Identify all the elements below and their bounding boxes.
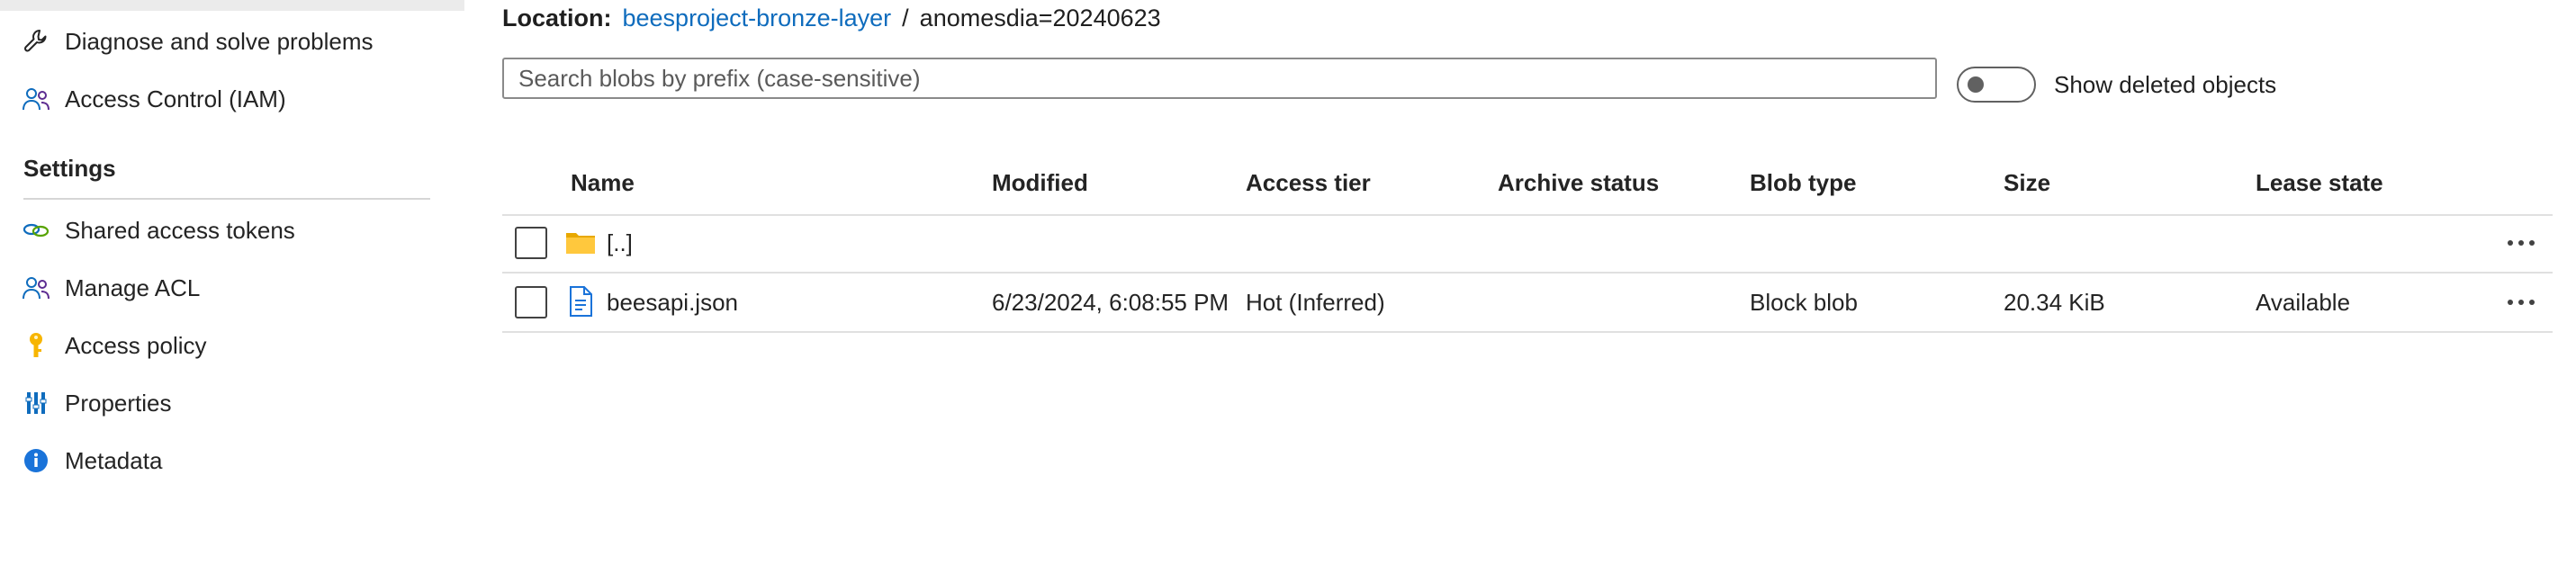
- sidebar-item-label: Diagnose and solve problems: [65, 27, 374, 55]
- table-header: Name Modified Access tier Archive status…: [502, 153, 2553, 216]
- link-icon: [20, 214, 52, 247]
- blob-name-link[interactable]: beesapi.json: [607, 274, 738, 331]
- sidebar-item-properties[interactable]: Properties: [20, 385, 172, 421]
- sidebar-item-shared-access-tokens[interactable]: Shared access tokens: [20, 212, 295, 248]
- more-actions-button[interactable]: [2499, 284, 2544, 320]
- key-icon: [20, 329, 52, 362]
- toggle-knob: [1968, 76, 1984, 93]
- table-row[interactable]: [..]: [502, 214, 2553, 274]
- access-tier-cell: Hot (Inferred): [1246, 288, 1385, 316]
- show-deleted-label: Show deleted objects: [2054, 70, 2277, 98]
- modified-cell: 6/23/2024, 6:08:55 PM: [992, 288, 1229, 316]
- current-folder: anomesdia=20240623: [919, 4, 1161, 31]
- sidebar-item-access-control[interactable]: Access Control (IAM): [20, 81, 286, 117]
- section-divider: [23, 198, 430, 200]
- breadcrumb-separator: /: [902, 4, 909, 31]
- column-header-access-tier[interactable]: Access tier: [1246, 169, 1371, 197]
- table-row[interactable]: beesapi.json 6/23/2024, 6:08:55 PM Hot (…: [502, 274, 2553, 333]
- size-cell: 20.34 KiB: [2004, 288, 2105, 316]
- column-header-modified[interactable]: Modified: [992, 169, 1088, 197]
- row-checkbox[interactable]: [515, 227, 547, 259]
- blob-type-cell: Block blob: [1750, 288, 1858, 316]
- properties-icon: [20, 387, 52, 419]
- search-input[interactable]: [504, 59, 1935, 97]
- blob-name-link[interactable]: [..]: [607, 214, 633, 272]
- breadcrumb: Location: beesproject-bronze-layer / ano…: [502, 2, 1161, 34]
- ellipsis-icon: [2508, 240, 2535, 246]
- container-link[interactable]: beesproject-bronze-layer: [623, 4, 892, 32]
- sidebar-item-access-policy[interactable]: Access policy: [20, 327, 207, 363]
- sidebar: Diagnose and solve problems Access Contr…: [0, 0, 464, 574]
- sidebar-item-label: Metadata: [65, 446, 163, 474]
- settings-section-title: Settings: [23, 155, 116, 182]
- column-header-archive-status[interactable]: Archive status: [1498, 169, 1659, 197]
- ellipsis-icon: [2508, 300, 2535, 305]
- location-label: Location:: [502, 4, 612, 31]
- file-icon: [565, 286, 596, 317]
- sidebar-item-label: Properties: [65, 389, 172, 417]
- column-header-blob-type[interactable]: Blob type: [1750, 169, 1856, 197]
- sidebar-selected-item-remnant[interactable]: [0, 0, 464, 11]
- sidebar-item-label: Access policy: [65, 331, 207, 359]
- sidebar-item-label: Access Control (IAM): [65, 85, 286, 112]
- sidebar-item-diagnose[interactable]: Diagnose and solve problems: [20, 23, 374, 59]
- wrench-icon: [20, 25, 52, 58]
- sidebar-item-label: Shared access tokens: [65, 216, 295, 244]
- info-icon: [20, 444, 52, 477]
- sidebar-item-metadata[interactable]: Metadata: [20, 443, 162, 479]
- column-header-lease-state[interactable]: Lease state: [2256, 169, 2383, 197]
- column-header-size[interactable]: Size: [2004, 169, 2050, 197]
- row-checkbox[interactable]: [515, 286, 547, 318]
- lease-state-cell: Available: [2256, 288, 2351, 316]
- show-deleted-toggle[interactable]: [1957, 67, 2036, 103]
- search-box[interactable]: [502, 58, 1937, 99]
- folder-icon: [565, 227, 596, 257]
- people-icon: [20, 272, 52, 304]
- column-header-name[interactable]: Name: [571, 169, 635, 197]
- sidebar-item-manage-acl[interactable]: Manage ACL: [20, 270, 200, 306]
- people-icon: [20, 83, 52, 115]
- sidebar-item-label: Manage ACL: [65, 274, 201, 301]
- more-actions-button[interactable]: [2499, 225, 2544, 261]
